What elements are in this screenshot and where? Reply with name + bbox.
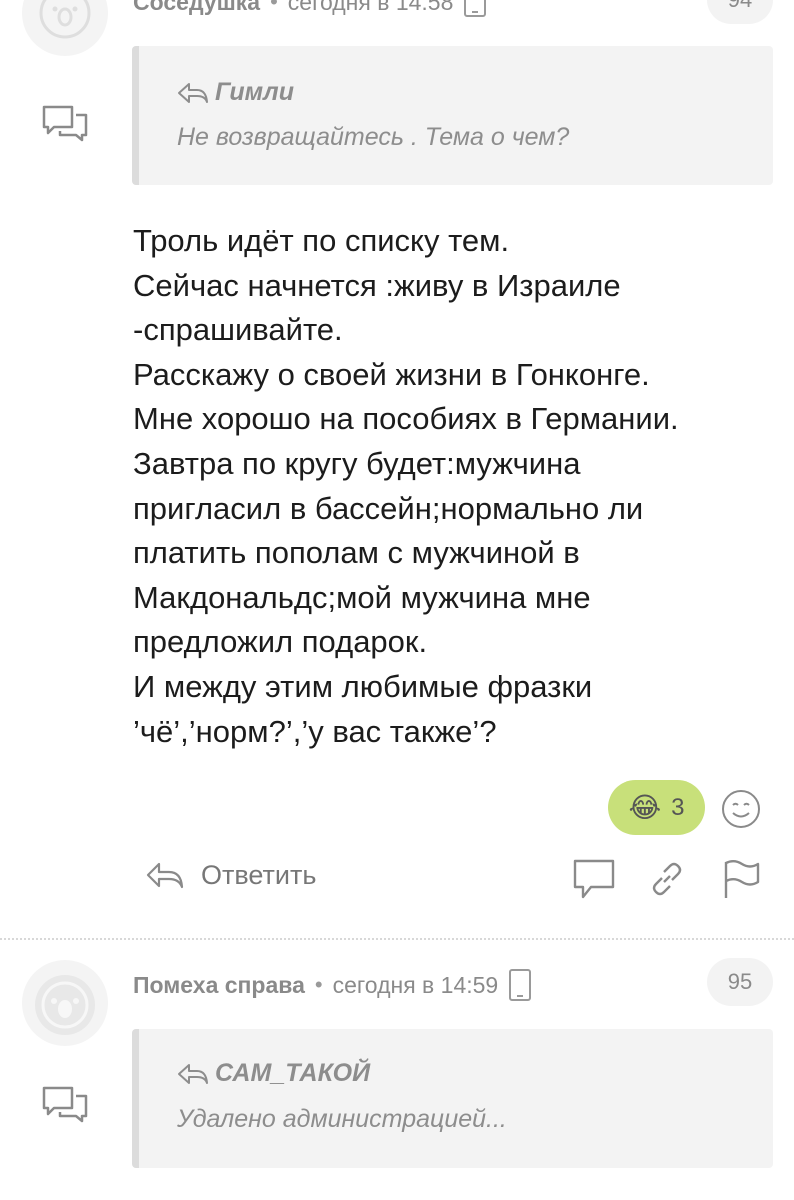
reply-arrow-icon [178, 82, 208, 103]
comment-meta: Помеха справа • сегодня в 14:59 [133, 968, 532, 1002]
author-name[interactable]: Соседушка [133, 0, 260, 16]
speech-bubbles-icon [42, 1086, 88, 1123]
quote-text: Не возвращайтесь . Тема о чем? [177, 123, 570, 151]
comment-number-badge[interactable]: 94 [707, 0, 773, 24]
laugh-emoji-icon: 😂 [628, 792, 662, 823]
report-button[interactable] [720, 858, 762, 900]
quote-text: Удалено администрацией... [177, 1105, 507, 1133]
phone-icon [464, 0, 487, 17]
comment-time: сегодня в 14:58 [287, 0, 454, 15]
comment-number-badge[interactable]: 95 [707, 958, 773, 1006]
meta-separator: • [314, 972, 323, 997]
meta-separator: • [270, 0, 278, 14]
comment-number: 94 [728, 0, 752, 13]
quote-author-name: САМ_ТАКОЙ [215, 1059, 371, 1087]
quote-indicator [40, 103, 90, 143]
author-name[interactable]: Помеха справа [133, 972, 305, 999]
avatar[interactable] [22, 960, 108, 1046]
comment-body: Троль идёт по списку тем. Сейчас начнетс… [133, 223, 679, 749]
comment-number: 95 [727, 969, 753, 994]
quote-indicator [40, 1084, 90, 1124]
reaction-count: 3 [671, 793, 685, 821]
koala-avatar-icon [35, 975, 95, 1035]
quote-block: САМ_ТАКОЙ Удалено администрацией... [132, 1029, 773, 1168]
phone-icon [509, 969, 532, 1001]
speech-bubbles-icon [42, 105, 88, 142]
avatar[interactable] [22, 0, 108, 56]
reply-button[interactable]: Ответить [145, 860, 316, 891]
add-reaction-button[interactable] [720, 788, 762, 830]
comment-time: сегодня в 14:59 [332, 971, 499, 998]
quote-block: Гимли Не возвращайтесь . Тема о чем? [132, 46, 773, 185]
comment-button[interactable] [571, 857, 617, 901]
reply-arrow-icon [146, 862, 184, 888]
reply-label: Ответить [201, 860, 317, 890]
comment-meta: Соседушка • сегодня в 14:58 [133, 0, 487, 18]
link-icon [652, 862, 682, 896]
copy-link-button[interactable] [648, 860, 686, 898]
reply-arrow-icon [178, 1063, 208, 1084]
flag-icon [724, 860, 760, 898]
smiley-icon [722, 790, 760, 828]
quote-author-name: Гимли [215, 78, 294, 106]
comment-bubble-icon [573, 859, 615, 899]
koala-avatar-icon [39, 0, 91, 39]
quote-author[interactable]: САМ_ТАКОЙ [177, 1059, 370, 1088]
reaction-laugh[interactable]: 😂 3 [608, 780, 705, 835]
comment-divider [0, 938, 794, 940]
quote-author[interactable]: Гимли [177, 78, 294, 107]
